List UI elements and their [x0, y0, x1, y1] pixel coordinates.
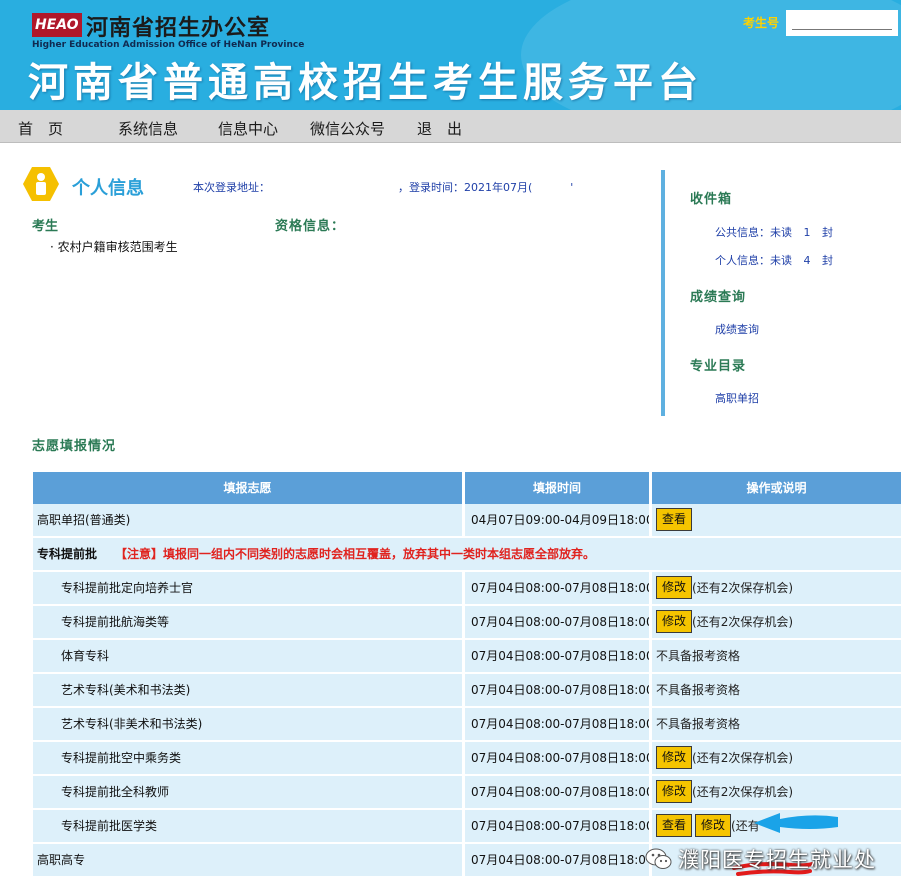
exam-id-value [786, 10, 898, 36]
header-wish: 填报志愿 [33, 472, 462, 504]
nav-wechat[interactable]: 微信公众号 [310, 118, 385, 139]
group-name: 专科提前批 [37, 547, 98, 561]
edit-button[interactable]: 修改 [656, 746, 693, 769]
nav-home[interactable]: 首 页 [18, 118, 63, 139]
wechat-icon [645, 848, 672, 869]
examinee-label: 考生 [32, 219, 59, 234]
personal-info-title: 个人信息 [72, 178, 144, 199]
inbox-private-link[interactable]: 个人信息：未读 4 封 [715, 252, 833, 268]
main-nav: 首 页 系统信息 信息中心 微信公众号 退 出 [0, 110, 901, 143]
org-name-en: Higher Education Admission Office of HeN… [32, 40, 305, 50]
table-row: 艺术专科(非美术和书法类) 07月04日08:00-07月08日18:00 不具… [33, 708, 901, 740]
person-icon [23, 167, 59, 201]
table-row: 专科提前批定向培养士官 07月04日08:00-07月08日18:00 修改 (还… [33, 572, 901, 604]
login-info: 本次登录地址： ，登录时间：2021年07月( ' [193, 179, 573, 195]
group-notice: 【注意】填报同一组内不同类别的志愿时会相互覆盖，放弃其中一类时本组志愿全部放弃。 [115, 547, 596, 561]
major-catalog-link[interactable]: 高职单招 [715, 390, 759, 406]
table-row: 高职单招(普通类) 04月07日09:00-04月09日18:00 查看 [33, 504, 901, 536]
view-button[interactable]: 查看 [656, 508, 693, 531]
org-name-cn: 河南省招生办公室 [86, 16, 271, 41]
edit-button[interactable]: 修改 [656, 780, 693, 803]
exam-id-label: 考生号 [743, 16, 780, 30]
table-row: 艺术专科(美术和书法类) 07月04日08:00-07月08日18:00 不具备… [33, 674, 901, 706]
wishes-title: 志愿填报情况 [32, 439, 117, 454]
platform-title: 河南省普通高校招生考生服务平台 [28, 60, 703, 106]
qualification-label: 资格信息： [275, 219, 346, 234]
qualification-item: · 农村户籍审核范围考生 [50, 240, 178, 254]
score-query-link[interactable]: 成绩查询 [715, 321, 759, 337]
watermark-text: 濮阳医专招生就业处 [678, 848, 876, 872]
heao-logo: HEAO [32, 13, 82, 37]
inbox-title: 收件箱 [690, 192, 733, 207]
header-action: 操作或说明 [652, 472, 901, 504]
majors-title: 专业目录 [690, 359, 747, 374]
blue-arrow-annotation [754, 813, 838, 833]
edit-button[interactable]: 修改 [656, 576, 693, 599]
header-time: 填报时间 [465, 472, 649, 504]
header-banner: HEAO 河南省招生办公室 Higher Education Admission… [0, 0, 901, 110]
nav-logout[interactable]: 退 出 [417, 118, 462, 139]
nav-system-info[interactable]: 系统信息 [118, 118, 178, 139]
login-time-label: ，登录时间：2021年07月( [398, 181, 533, 194]
edit-button[interactable]: 修改 [695, 814, 732, 837]
group-row: 专科提前批 【注意】填报同一组内不同类别的志愿时会相互覆盖，放弃其中一类时本组志愿… [33, 538, 901, 570]
table-row: 专科提前批空中乘务类 07月04日08:00-07月08日18:00 修改 (还有… [33, 742, 901, 774]
edit-button[interactable]: 修改 [656, 610, 693, 633]
table-row: 体育专科 07月04日08:00-07月08日18:00 不具备报考资格 [33, 640, 901, 672]
nav-info-center[interactable]: 信息中心 [218, 118, 278, 139]
sidebar-divider [661, 170, 665, 416]
view-button[interactable]: 查看 [656, 814, 693, 837]
table-row: 专科提前批全科教师 07月04日08:00-07月08日18:00 修改 (还有2… [33, 776, 901, 808]
login-address-label: 本次登录地址： [193, 181, 270, 194]
inbox-public-link[interactable]: 公共信息：未读 1 封 [715, 224, 833, 240]
table-header: 填报志愿 填报时间 操作或说明 [33, 472, 901, 504]
scores-title: 成绩查询 [690, 290, 747, 305]
login-time-tail: ' [570, 181, 574, 194]
table-row: 专科提前批航海类等 07月04日08:00-07月08日18:00 修改 (还有2… [33, 606, 901, 638]
